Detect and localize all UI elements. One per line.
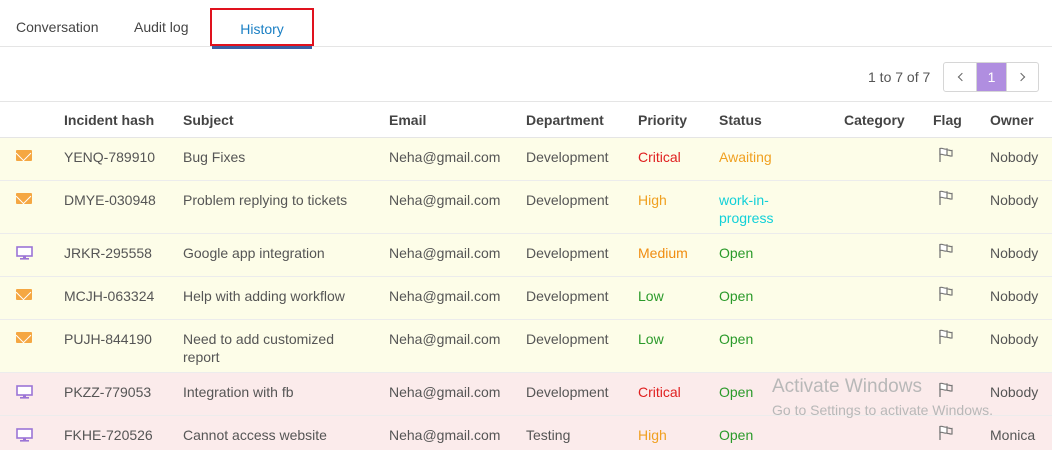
tab-conversation[interactable]: Conversation <box>16 0 99 46</box>
mail-icon <box>16 332 32 343</box>
header-owner[interactable]: Owner <box>990 102 1034 138</box>
department-cell: Development <box>526 149 609 165</box>
mail-icon <box>16 289 32 300</box>
status-cell: work-in-progress <box>719 192 774 226</box>
department-cell: Testing <box>526 427 571 443</box>
incident-hash-cell[interactable]: JRKR-295558 <box>64 244 152 262</box>
header-flag[interactable]: Flag <box>933 102 962 138</box>
priority-cell: Medium <box>638 245 688 261</box>
owner-cell: Monica <box>990 427 1036 443</box>
owner-cell: Nobody <box>990 149 1039 165</box>
priority-cell: Low <box>638 331 664 347</box>
table-row[interactable]: DMYE-030948 Problem replying to tickets Ne… <box>0 181 1052 234</box>
tab-history[interactable]: History <box>210 8 314 49</box>
owner-cell: Nobody <box>990 288 1039 304</box>
history-table: Incident hash Subject Email Department P… <box>0 101 1052 450</box>
department-cell: Development <box>526 192 609 208</box>
pagination-info: 1 to 7 of 7 <box>868 69 931 85</box>
monitor-icon <box>16 428 33 442</box>
tab-bar: Conversation Audit log History <box>0 0 1052 49</box>
subject-cell[interactable]: Problem replying to tickets <box>183 191 373 209</box>
department-cell: Development <box>526 331 609 347</box>
chevron-right-icon <box>1016 72 1026 82</box>
table-row[interactable]: YENQ-789910 Bug Fixes Neha@gmail.com Develo… <box>0 138 1052 181</box>
email-cell: Neha@gmail.com <box>389 192 501 208</box>
priority-cell: High <box>638 427 667 443</box>
department-cell: Development <box>526 288 609 304</box>
mail-icon <box>16 150 32 161</box>
header-email[interactable]: Email <box>389 102 426 138</box>
priority-cell: Critical <box>638 149 681 165</box>
table-row[interactable]: JRKR-295558 Google app integration Neha@gm… <box>0 234 1052 277</box>
email-cell: Neha@gmail.com <box>389 331 501 347</box>
header-priority[interactable]: Priority <box>638 102 687 138</box>
incident-hash-cell[interactable]: DMYE-030948 <box>64 191 156 209</box>
status-cell: Open <box>719 427 754 443</box>
owner-cell: Nobody <box>990 384 1039 400</box>
flag-icon[interactable] <box>937 242 954 263</box>
table-row[interactable]: PKZZ-779053 Integration with fb Neha@gmail… <box>0 373 1052 416</box>
priority-cell: Critical <box>638 384 681 400</box>
subject-cell[interactable]: Need to add customized report <box>183 330 373 366</box>
status-cell: Open <box>719 384 754 400</box>
flag-icon[interactable] <box>937 328 954 349</box>
header-incident-hash[interactable]: Incident hash <box>64 102 154 138</box>
flag-icon[interactable] <box>937 285 954 306</box>
table-row[interactable]: FKHE-720526 Cannot access website Neha@gma… <box>0 416 1052 450</box>
monitor-icon <box>16 246 33 260</box>
subject-cell[interactable]: Bug Fixes <box>183 148 373 166</box>
next-page-button[interactable] <box>1006 63 1038 91</box>
subject-cell[interactable]: Integration with fb <box>183 383 373 401</box>
subject-cell[interactable]: Google app integration <box>183 244 373 262</box>
table-body: YENQ-789910 Bug Fixes Neha@gmail.com Develo… <box>0 138 1052 450</box>
status-cell: Open <box>719 288 754 304</box>
incident-hash-cell[interactable]: MCJH-063324 <box>64 287 154 305</box>
owner-cell: Nobody <box>990 245 1039 261</box>
email-cell: Neha@gmail.com <box>389 384 501 400</box>
status-cell: Open <box>719 331 754 347</box>
owner-cell: Nobody <box>990 192 1039 208</box>
table-row[interactable]: PUJH-844190 Need to add customized report… <box>0 320 1052 373</box>
header-status[interactable]: Status <box>719 102 762 138</box>
incident-hash-cell[interactable]: PUJH-844190 <box>64 330 152 348</box>
flag-icon[interactable] <box>937 381 954 402</box>
pagination: 1 <box>943 62 1039 92</box>
tab-audit-log[interactable]: Audit log <box>134 0 188 46</box>
status-cell: Awaiting <box>719 149 772 165</box>
email-cell: Neha@gmail.com <box>389 427 501 443</box>
table-row[interactable]: MCJH-063324 Help with adding workflow Neha… <box>0 277 1052 320</box>
page-button-current[interactable]: 1 <box>976 63 1006 91</box>
email-cell: Neha@gmail.com <box>389 288 501 304</box>
flag-icon[interactable] <box>937 146 954 167</box>
incident-hash-cell[interactable]: PKZZ-779053 <box>64 383 151 401</box>
previous-page-button[interactable] <box>944 63 976 91</box>
chevron-left-icon <box>957 72 966 82</box>
incident-hash-cell[interactable]: YENQ-789910 <box>64 148 155 166</box>
header-department[interactable]: Department <box>526 102 604 138</box>
email-cell: Neha@gmail.com <box>389 245 501 261</box>
flag-icon[interactable] <box>937 189 954 210</box>
header-category[interactable]: Category <box>844 102 905 138</box>
header-subject[interactable]: Subject <box>183 102 234 138</box>
priority-cell: High <box>638 192 667 208</box>
subject-cell[interactable]: Help with adding workflow <box>183 287 373 305</box>
monitor-icon <box>16 385 33 399</box>
priority-cell: Low <box>638 288 664 304</box>
owner-cell: Nobody <box>990 331 1039 347</box>
department-cell: Development <box>526 384 609 400</box>
table-header: Incident hash Subject Email Department P… <box>0 102 1052 138</box>
status-cell: Open <box>719 245 754 261</box>
incident-hash-cell[interactable]: FKHE-720526 <box>64 426 153 444</box>
department-cell: Development <box>526 245 609 261</box>
email-cell: Neha@gmail.com <box>389 149 501 165</box>
mail-icon <box>16 193 32 204</box>
flag-icon[interactable] <box>937 424 954 445</box>
subject-cell[interactable]: Cannot access website <box>183 426 373 444</box>
